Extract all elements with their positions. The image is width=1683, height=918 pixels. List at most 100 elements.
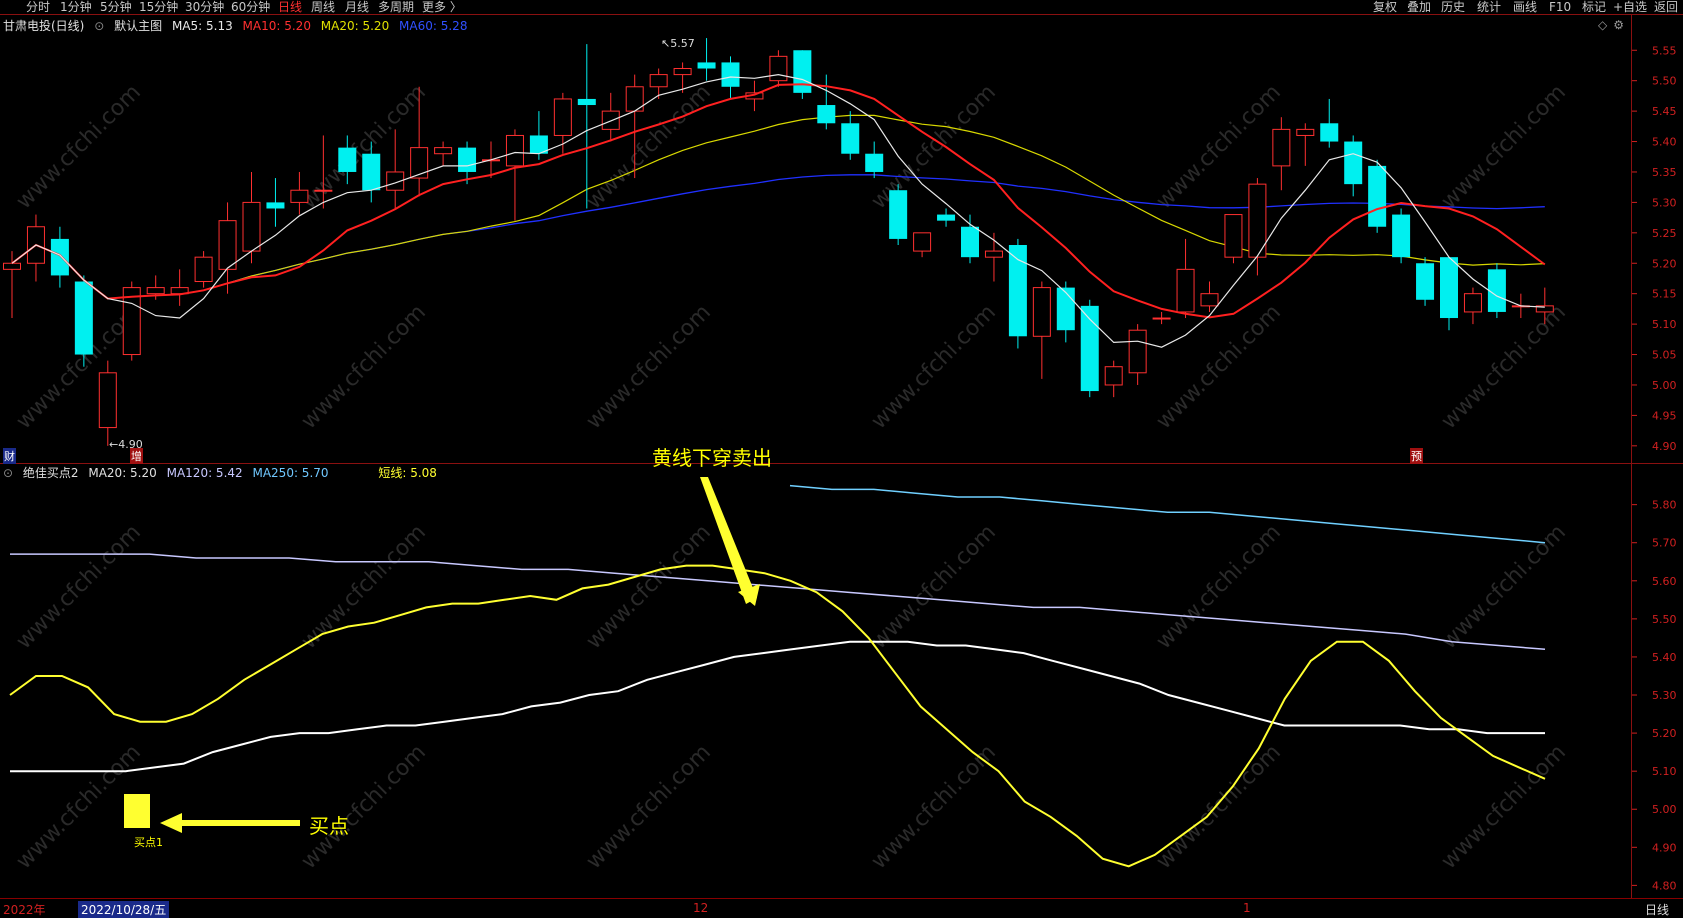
candle-body bbox=[314, 189, 333, 192]
candle-body bbox=[1200, 293, 1219, 307]
candle-body bbox=[937, 214, 956, 221]
ma10-line bbox=[11, 83, 1546, 319]
candle-body bbox=[1296, 128, 1315, 136]
candle-body bbox=[721, 62, 740, 87]
sub-axis-label: 5.80 bbox=[1652, 499, 1677, 512]
candle-body bbox=[505, 134, 524, 167]
candle-body bbox=[553, 98, 572, 136]
candle bbox=[1104, 360, 1123, 398]
candle-body bbox=[146, 287, 165, 295]
watermark-text: www.cfchi.com bbox=[582, 300, 716, 434]
sub-axis-label: 5.10 bbox=[1652, 765, 1677, 778]
candle-body bbox=[218, 220, 237, 270]
main-axis-label: 5.35 bbox=[1652, 166, 1677, 179]
candle bbox=[889, 184, 908, 245]
sell-annotation: 黄线下穿卖出 bbox=[652, 446, 772, 470]
date-axis-bar bbox=[0, 898, 1683, 918]
ma5-line bbox=[11, 73, 1545, 348]
candle bbox=[841, 111, 860, 160]
sub-axis-label: 5.70 bbox=[1652, 537, 1677, 550]
candle-body bbox=[769, 55, 788, 82]
candle bbox=[170, 269, 189, 306]
candle bbox=[1487, 263, 1506, 319]
candle bbox=[817, 74, 836, 130]
candle bbox=[1272, 117, 1291, 191]
main-axis-label: 5.50 bbox=[1652, 75, 1677, 88]
increase-badge[interactable]: 增 bbox=[130, 448, 143, 464]
candle bbox=[1463, 287, 1482, 325]
candle bbox=[697, 38, 716, 81]
watermark-text: www.cfchi.com bbox=[297, 80, 431, 214]
candle bbox=[266, 178, 285, 227]
main-axis-label: 5.00 bbox=[1652, 379, 1677, 392]
candle-body bbox=[889, 190, 908, 239]
finance-badge[interactable]: 财 bbox=[3, 448, 16, 464]
candle-body bbox=[841, 123, 860, 154]
candle-body bbox=[1056, 287, 1075, 331]
watermark-text: www.cfchi.com bbox=[1152, 300, 1286, 434]
candle-body bbox=[1392, 214, 1411, 258]
candle bbox=[3, 251, 21, 319]
candle-body bbox=[1008, 245, 1027, 337]
candle bbox=[505, 129, 524, 221]
candle bbox=[242, 171, 261, 264]
buy-arrowhead bbox=[160, 813, 182, 833]
ma250-line bbox=[789, 484, 1546, 544]
watermark-text: www.cfchi.com bbox=[297, 300, 431, 434]
main-axis-label: 5.25 bbox=[1652, 227, 1677, 240]
candle-body bbox=[410, 147, 429, 179]
month-12-label: 12 bbox=[693, 901, 709, 915]
candle bbox=[1056, 281, 1075, 343]
buy-arrow-shaft bbox=[178, 820, 300, 826]
period-label[interactable]: 日线 bbox=[1645, 901, 1669, 918]
sub-axis-label: 5.50 bbox=[1652, 613, 1677, 626]
candle-body bbox=[577, 98, 596, 106]
chart-canvas[interactable]: www.cfchi.com www.cfchi.com www.cfchi.com w… bbox=[0, 0, 1683, 917]
high-price-label: ↖5.57 bbox=[661, 37, 695, 50]
candle-body bbox=[1416, 263, 1435, 300]
forecast-badge[interactable]: 预 bbox=[1410, 448, 1423, 464]
candle-body bbox=[98, 372, 117, 429]
candle-body bbox=[1032, 287, 1051, 337]
candle bbox=[865, 141, 884, 179]
watermark-text: www.cfchi.com bbox=[1437, 300, 1571, 434]
sub-axis-label: 4.90 bbox=[1652, 841, 1677, 854]
watermark-text: www.cfchi.com bbox=[1152, 520, 1286, 654]
candle bbox=[434, 141, 453, 166]
candle bbox=[50, 226, 69, 288]
candle-body bbox=[1320, 123, 1339, 142]
candle-body bbox=[793, 50, 812, 93]
candle bbox=[218, 202, 237, 294]
candle bbox=[122, 281, 141, 361]
candle bbox=[961, 214, 979, 264]
candle-body bbox=[266, 202, 285, 209]
candle-body bbox=[74, 281, 93, 355]
candle bbox=[1080, 299, 1099, 398]
candle-body bbox=[673, 68, 692, 76]
buy-point-block bbox=[124, 794, 150, 828]
ma20-line bbox=[11, 114, 1545, 300]
candle-body bbox=[362, 153, 381, 191]
candle-body bbox=[1344, 141, 1363, 185]
main-axis-label: 5.10 bbox=[1652, 318, 1677, 331]
watermark-text: www.cfchi.com bbox=[582, 740, 716, 874]
candle-body bbox=[1272, 128, 1291, 167]
candle-body bbox=[1152, 317, 1171, 320]
candle-body bbox=[601, 110, 620, 130]
buy-annotation: 买点 bbox=[309, 814, 349, 838]
main-axis-label: 5.40 bbox=[1652, 136, 1677, 149]
ma20-sub-line bbox=[10, 640, 1545, 773]
candle bbox=[1344, 135, 1363, 197]
candle bbox=[1128, 324, 1147, 385]
candle-body bbox=[697, 62, 716, 69]
candle bbox=[769, 50, 788, 87]
candle bbox=[601, 92, 620, 142]
watermark-text: www.cfchi.com bbox=[867, 300, 1001, 434]
main-axis-label: 5.05 bbox=[1652, 349, 1677, 362]
candle bbox=[386, 129, 405, 209]
candle-body bbox=[1368, 165, 1387, 227]
candle-body bbox=[913, 232, 932, 252]
candle bbox=[1368, 159, 1387, 233]
candle bbox=[937, 208, 956, 227]
main-axis-label: 5.45 bbox=[1652, 105, 1677, 118]
